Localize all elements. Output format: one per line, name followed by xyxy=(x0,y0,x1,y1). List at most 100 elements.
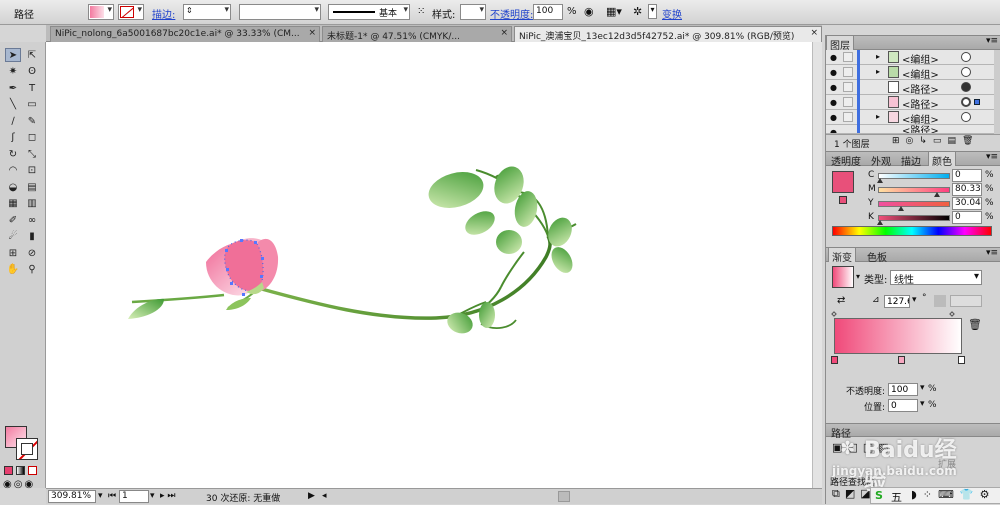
aspect-field[interactable] xyxy=(950,295,982,307)
vertical-scrollbar[interactable] xyxy=(812,42,822,488)
perspective-grid-icon[interactable]: ▤ xyxy=(24,180,40,194)
trim-icon[interactable]: ◩ xyxy=(845,487,855,501)
layer-row[interactable]: ● <路径> xyxy=(826,80,994,96)
angle-field[interactable] xyxy=(884,295,910,308)
layer-row[interactable]: ● <路径> xyxy=(826,125,994,134)
location-dropdown-icon[interactable]: ▾ xyxy=(920,399,925,409)
layers-scrollbar[interactable] xyxy=(994,50,1000,134)
eyedropper-icon[interactable]: ✐ xyxy=(5,213,21,227)
ime-tools-icon[interactable]: ◗⁘⌨👕⚙ xyxy=(911,488,995,501)
gradient-preview-swatch[interactable] xyxy=(832,266,854,288)
panel-menu-icon[interactable]: ▾≡ xyxy=(986,36,998,46)
page-dropdown-icon[interactable]: ▾ xyxy=(150,491,155,501)
eye-icon[interactable]: ● xyxy=(830,98,837,107)
flower-artwork[interactable] xyxy=(46,42,822,488)
tab-swatches[interactable]: 色板 xyxy=(864,248,890,264)
color-spectrum[interactable] xyxy=(832,226,992,236)
free-transform-icon[interactable]: ⊡ xyxy=(24,164,40,178)
tab-color[interactable]: 颜色 xyxy=(928,152,956,168)
eye-icon[interactable]: ● xyxy=(830,83,837,92)
tab-layers[interactable]: 图层 xyxy=(826,36,854,52)
stop-opacity-dropdown-icon[interactable]: ▾ xyxy=(920,383,925,393)
eye-icon[interactable]: ● xyxy=(830,53,837,62)
tab-gradient[interactable]: 渐变 xyxy=(828,248,856,264)
eye-icon[interactable]: ● xyxy=(830,113,837,122)
first-page-icon[interactable]: ⏮ xyxy=(108,491,116,501)
draw-inside-icon[interactable]: ◉ xyxy=(24,479,33,490)
target-icon[interactable] xyxy=(961,82,971,92)
blend-icon[interactable]: ∞ xyxy=(24,213,40,227)
gradient-slider[interactable] xyxy=(834,318,962,354)
tab-transparency[interactable]: 透明度 xyxy=(828,152,864,168)
close-icon[interactable]: × xyxy=(308,28,316,38)
zoom-dropdown-icon[interactable]: ▾ xyxy=(98,491,103,501)
paintbrush-icon[interactable]: ∕ xyxy=(5,114,21,128)
gradient-type-select[interactable]: 线性 ▾ xyxy=(890,270,982,286)
pencil-icon[interactable]: ✎ xyxy=(24,114,40,128)
fill-color-dropdown[interactable]: ▾ xyxy=(88,4,114,20)
zoom-icon[interactable]: ⚲ xyxy=(24,263,40,277)
aspect-icon[interactable] xyxy=(934,295,946,307)
status-menu-icon[interactable]: ▶ xyxy=(308,491,315,501)
reverse-gradient-icon[interactable]: ⇄ xyxy=(837,295,845,306)
document-setup-icon[interactable]: ▦▾ xyxy=(606,5,622,18)
artboard-canvas[interactable] xyxy=(46,42,822,488)
stop-opacity-field[interactable] xyxy=(888,383,918,396)
brush-definition-dropdown[interactable]: 基本 ▾ xyxy=(328,4,410,20)
close-icon[interactable]: × xyxy=(500,28,508,38)
shape-builder-icon[interactable]: ◒ xyxy=(5,180,21,194)
gradient-icon[interactable]: ▥ xyxy=(24,197,40,211)
line-tool-icon[interactable]: ╲ xyxy=(5,98,21,112)
ime-logo-icon[interactable]: S xyxy=(875,489,883,502)
tab-stroke[interactable]: 描边 xyxy=(898,152,924,168)
scroll-left-icon[interactable]: ◂ xyxy=(322,491,327,501)
tab-appearance[interactable]: 外观 xyxy=(868,152,894,168)
layer-row[interactable]: ● ▸ <编组> xyxy=(826,110,994,126)
eye-icon[interactable]: ● xyxy=(830,68,837,77)
rectangle-tool-icon[interactable]: ▭ xyxy=(24,98,40,112)
graphic-style-dropdown[interactable]: ▾ xyxy=(460,4,486,20)
doc-tab-2[interactable]: 未标题-1* @ 47.51% (CMYK/... × xyxy=(322,26,512,42)
divide-icon[interactable]: ⧉ xyxy=(832,487,840,501)
stroke-swatch[interactable] xyxy=(16,438,38,460)
target-icon[interactable] xyxy=(961,112,971,122)
transform-label[interactable]: 变换 xyxy=(662,6,682,21)
selection-indicator[interactable] xyxy=(974,99,980,105)
opacity-label[interactable]: 不透明度: xyxy=(490,6,533,21)
warp-icon[interactable]: ◠ xyxy=(5,164,21,178)
horizontal-scroll-thumb[interactable] xyxy=(558,491,570,502)
layer-actions-icon[interactable]: ⊞◎↳▭▤🗑 xyxy=(892,136,979,146)
ime-mode[interactable]: 五 xyxy=(891,489,902,505)
location-field[interactable] xyxy=(888,399,918,412)
delete-stop-icon[interactable]: 🗑 xyxy=(968,318,982,331)
blob-brush-icon[interactable]: ʃ xyxy=(5,131,21,145)
artboard-icon[interactable]: ⊞ xyxy=(5,246,21,260)
stroke-color-dropdown[interactable]: ▾ xyxy=(118,4,144,20)
isolate-icon[interactable]: ✲ xyxy=(633,5,642,18)
doc-tab-3[interactable]: NiPic_澳浦宝贝_13ec12d3d5f42752.ai* @ 309.81… xyxy=(514,26,822,42)
expand-icon[interactable]: ▸ xyxy=(876,52,880,61)
recolor-icon[interactable]: ◉ xyxy=(584,5,594,18)
gradient-stop-start[interactable] xyxy=(831,356,838,364)
pen-tool-icon[interactable]: ✒ xyxy=(5,81,21,95)
target-icon[interactable] xyxy=(961,52,971,62)
close-icon[interactable]: × xyxy=(810,28,818,38)
symbol-sprayer-icon[interactable]: ☄ xyxy=(5,230,21,244)
gradient-mode-icon[interactable] xyxy=(16,466,25,475)
type-tool-icon[interactable]: T xyxy=(24,81,40,95)
variable-width-dropdown[interactable]: ▾ xyxy=(239,4,321,20)
expand-icon[interactable]: ▸ xyxy=(876,112,880,121)
direct-selection-tool-icon[interactable]: ⇱ xyxy=(24,48,40,62)
page-field[interactable]: 1 xyxy=(119,490,149,503)
layer-row[interactable]: ● ▸ <编组> xyxy=(826,50,994,66)
magic-wand-icon[interactable]: ✷ xyxy=(5,65,21,79)
target-icon[interactable] xyxy=(961,67,971,77)
hand-icon[interactable]: ✋ xyxy=(5,263,21,277)
eraser-icon[interactable]: ◻ xyxy=(24,131,40,145)
expand-icon[interactable]: ▸ xyxy=(876,67,880,76)
panel-menu-icon[interactable]: ▾≡ xyxy=(986,248,998,258)
align-icon[interactable]: ⁙ xyxy=(417,6,425,17)
stroke-weight-field[interactable]: ▾ ⇕ xyxy=(183,4,231,20)
doc-tab-1[interactable]: NiPic_nolong_6a5001687bc20c1e.ai* @ 33.3… xyxy=(50,26,320,42)
layer-row[interactable]: ● <路径> xyxy=(826,95,994,111)
